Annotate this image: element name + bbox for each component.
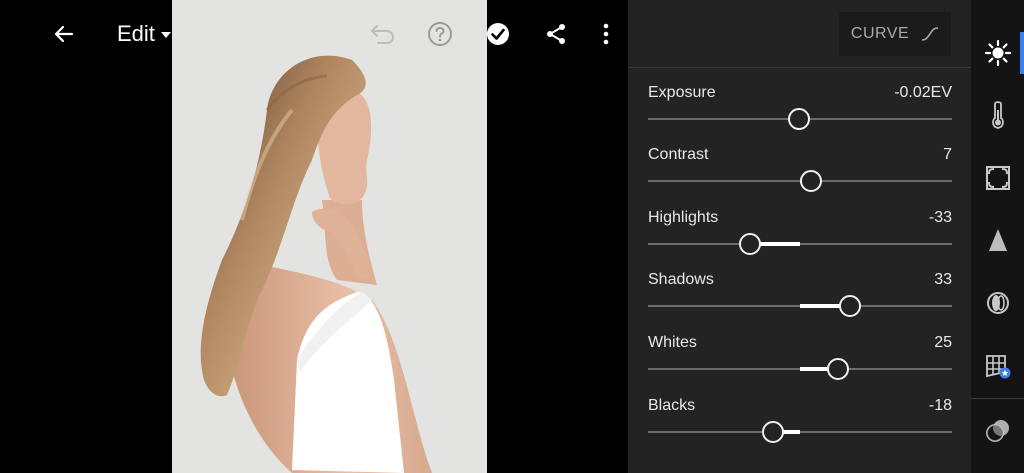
edit-tools-sidebar bbox=[971, 0, 1024, 473]
color-thermometer-icon[interactable] bbox=[971, 89, 1024, 141]
presets-icon[interactable] bbox=[971, 405, 1024, 457]
top-toolbar: Edit bbox=[0, 0, 628, 68]
edit-mode-dropdown[interactable]: Edit bbox=[117, 20, 171, 48]
curve-icon bbox=[922, 27, 939, 41]
optics-lens-icon[interactable] bbox=[971, 277, 1024, 329]
shadows-slider-row: Shadows 33 bbox=[648, 271, 952, 333]
help-icon[interactable] bbox=[422, 16, 458, 52]
detail-icon[interactable] bbox=[971, 214, 1024, 266]
shadows-value[interactable]: 33 bbox=[934, 271, 952, 289]
blacks-thumb[interactable] bbox=[761, 421, 784, 443]
whites-thumb[interactable] bbox=[827, 358, 849, 380]
highlights-value[interactable]: -33 bbox=[929, 209, 952, 227]
exposure-value[interactable]: -0.02EV bbox=[894, 84, 952, 102]
shadows-label: Shadows bbox=[648, 271, 714, 288]
contrast-label: Contrast bbox=[648, 146, 709, 163]
exposure-thumb[interactable] bbox=[788, 108, 811, 130]
exposure-slider-row: Exposure -0.02EV bbox=[648, 84, 952, 146]
chevron-down-icon bbox=[160, 32, 171, 38]
shadows-thumb[interactable] bbox=[839, 295, 862, 317]
blacks-track[interactable] bbox=[648, 431, 952, 433]
highlights-thumb[interactable] bbox=[738, 233, 761, 255]
blacks-value[interactable]: -18 bbox=[929, 397, 952, 415]
photo-viewer bbox=[0, 0, 628, 473]
highlights-slider-row: Highlights -33 bbox=[648, 209, 952, 271]
more-vertical-icon[interactable] bbox=[588, 16, 624, 52]
contrast-slider-row: Contrast 7 bbox=[648, 146, 952, 208]
share-icon[interactable] bbox=[538, 16, 574, 52]
blacks-label: Blacks bbox=[648, 397, 696, 414]
whites-value[interactable]: 25 bbox=[934, 334, 952, 352]
effects-vignette-icon[interactable] bbox=[971, 152, 1024, 204]
panel-header: CURVE bbox=[628, 0, 971, 68]
done-check-icon[interactable] bbox=[480, 16, 516, 52]
portrait-photo bbox=[172, 0, 487, 473]
whites-label: Whites bbox=[648, 334, 697, 351]
blacks-slider-row: Blacks -18 bbox=[648, 397, 952, 459]
exposure-label: Exposure bbox=[648, 84, 716, 101]
highlights-track[interactable] bbox=[648, 243, 952, 245]
contrast-thumb[interactable] bbox=[799, 170, 822, 192]
photo-canvas[interactable] bbox=[172, 0, 487, 473]
undo-icon[interactable] bbox=[364, 16, 400, 52]
curve-label: CURVE bbox=[850, 25, 910, 42]
light-adjustments-panel: CURVE Exposure -0.02EV Contrast 7 Highli… bbox=[628, 0, 971, 473]
back-arrow-icon[interactable] bbox=[46, 16, 82, 52]
light-icon[interactable] bbox=[971, 27, 1024, 79]
highlights-label: Highlights bbox=[648, 209, 719, 226]
contrast-value[interactable]: 7 bbox=[943, 146, 952, 164]
curve-button[interactable]: CURVE bbox=[839, 12, 951, 56]
whites-slider-row: Whites 25 bbox=[648, 334, 952, 396]
sidebar-divider bbox=[971, 398, 1024, 399]
edit-label: Edit bbox=[117, 21, 155, 46]
geometry-grid-icon[interactable] bbox=[971, 340, 1024, 392]
